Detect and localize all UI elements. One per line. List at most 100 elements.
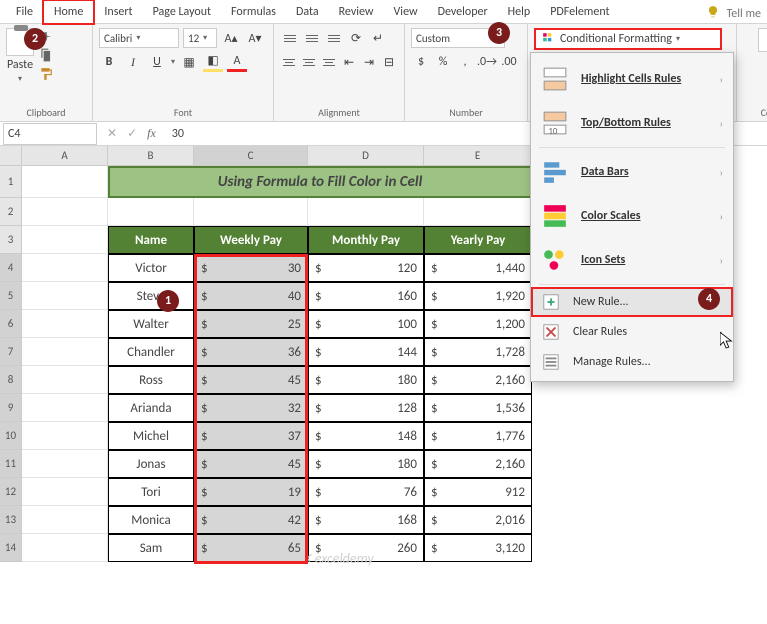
- copy-button[interactable]: [38, 47, 54, 63]
- dd-clear-rules[interactable]: Clear Rules ›: [531, 317, 733, 347]
- cell-blank[interactable]: [22, 338, 108, 366]
- cell-name[interactable]: Walter: [108, 310, 194, 338]
- increase-indent-button[interactable]: ⇥: [360, 52, 378, 72]
- cell-blank[interactable]: [22, 254, 108, 282]
- col-header-a[interactable]: A: [22, 146, 108, 166]
- row-header-14[interactable]: 14: [0, 534, 22, 562]
- cell-monthly[interactable]: $120: [308, 254, 424, 282]
- font-color-button[interactable]: A: [227, 52, 247, 72]
- cell-blank[interactable]: [22, 506, 108, 534]
- tab-page-layout[interactable]: Page Layout: [143, 1, 221, 23]
- row-header-3[interactable]: 3: [0, 226, 22, 254]
- cancel-formula-icon[interactable]: ✕: [107, 126, 117, 141]
- cell-b2[interactable]: [108, 198, 194, 226]
- name-box[interactable]: C4: [3, 123, 97, 145]
- row-header-4[interactable]: 4: [0, 254, 22, 282]
- cell-a2[interactable]: [22, 198, 108, 226]
- cell-a3[interactable]: [22, 226, 108, 254]
- tab-review[interactable]: Review: [329, 1, 384, 23]
- cell-weekly[interactable]: $65: [194, 534, 308, 562]
- cell-yearly[interactable]: $1,536: [424, 394, 532, 422]
- align-top-button[interactable]: [280, 28, 300, 48]
- underline-button[interactable]: U: [147, 52, 167, 72]
- cell-name[interactable]: Arianda: [108, 394, 194, 422]
- orientation-button[interactable]: ⟳: [346, 28, 366, 48]
- row-header-12[interactable]: 12: [0, 478, 22, 506]
- dd-color-scales[interactable]: Color Scales ›: [531, 194, 733, 238]
- tab-home[interactable]: Home: [43, 0, 94, 24]
- cell-yearly[interactable]: $1,728: [424, 338, 532, 366]
- bold-button[interactable]: B: [99, 52, 119, 72]
- cell-weekly[interactable]: $45: [194, 366, 308, 394]
- cell-yearly[interactable]: $1,440: [424, 254, 532, 282]
- col-header-b[interactable]: B: [108, 146, 194, 166]
- tell-me-search[interactable]: Tell me: [706, 5, 767, 23]
- col-header-d[interactable]: D: [308, 146, 424, 166]
- align-middle-button[interactable]: [302, 28, 322, 48]
- percent-button[interactable]: %: [433, 52, 453, 72]
- currency-button[interactable]: $: [411, 52, 431, 72]
- fill-color-button[interactable]: ◧: [203, 52, 223, 72]
- cell-monthly[interactable]: $76: [308, 478, 424, 506]
- cell-blank[interactable]: [22, 534, 108, 562]
- cell-yearly[interactable]: $3,120: [424, 534, 532, 562]
- dd-top-bottom-rules[interactable]: 10 Top/Bottom Rules ›: [531, 101, 733, 145]
- cell-monthly[interactable]: $100: [308, 310, 424, 338]
- cell-d2[interactable]: [308, 198, 424, 226]
- title-cell[interactable]: Using Formula to Fill Color in Cell: [108, 166, 532, 198]
- select-all-corner[interactable]: [0, 146, 22, 166]
- cell-weekly[interactable]: $19: [194, 478, 308, 506]
- cell-name[interactable]: Monica: [108, 506, 194, 534]
- header-name[interactable]: Name: [108, 226, 194, 254]
- row-header-1[interactable]: 1: [0, 166, 22, 198]
- row-header-6[interactable]: 6: [0, 310, 22, 338]
- col-header-c[interactable]: C: [194, 146, 308, 166]
- wrap-text-button[interactable]: ↵: [368, 28, 388, 48]
- cell-weekly[interactable]: $45: [194, 450, 308, 478]
- conditional-formatting-button[interactable]: Conditional Formatting ▾: [534, 28, 722, 50]
- cell-name[interactable]: Ross: [108, 366, 194, 394]
- cell-c2[interactable]: [194, 198, 308, 226]
- cell-yearly[interactable]: $1,920: [424, 282, 532, 310]
- cell-weekly[interactable]: $32: [194, 394, 308, 422]
- cell-name[interactable]: Tori: [108, 478, 194, 506]
- fx-icon[interactable]: fx: [147, 126, 156, 141]
- cell-monthly[interactable]: $148: [308, 422, 424, 450]
- decrease-font-button[interactable]: A▾: [245, 28, 265, 48]
- header-weekly[interactable]: Weekly Pay: [194, 226, 308, 254]
- tab-developer[interactable]: Developer: [428, 1, 498, 23]
- increase-font-button[interactable]: A▴: [221, 28, 241, 48]
- cell-monthly[interactable]: $128: [308, 394, 424, 422]
- cell-blank[interactable]: [22, 422, 108, 450]
- tab-data[interactable]: Data: [286, 1, 329, 23]
- italic-button[interactable]: I: [123, 52, 143, 72]
- row-header-11[interactable]: 11: [0, 450, 22, 478]
- row-header-5[interactable]: 5: [0, 282, 22, 310]
- cell-weekly[interactable]: $36: [194, 338, 308, 366]
- col-header-e[interactable]: E: [424, 146, 532, 166]
- row-header-9[interactable]: 9: [0, 394, 22, 422]
- cell-monthly[interactable]: $144: [308, 338, 424, 366]
- cell-name[interactable]: Sam: [108, 534, 194, 562]
- cell-blank[interactable]: [22, 394, 108, 422]
- cell-name[interactable]: Jonas: [108, 450, 194, 478]
- row-header-8[interactable]: 8: [0, 366, 22, 394]
- cell-monthly[interactable]: $160: [308, 282, 424, 310]
- cell-name[interactable]: Chandler: [108, 338, 194, 366]
- cell-name[interactable]: Michel: [108, 422, 194, 450]
- cell-weekly[interactable]: $25: [194, 310, 308, 338]
- font-size-select[interactable]: 12▾: [183, 28, 217, 48]
- cell-blank[interactable]: [22, 282, 108, 310]
- row-header-7[interactable]: 7: [0, 338, 22, 366]
- dd-data-bars[interactable]: Data Bars ›: [531, 150, 733, 194]
- align-right-button[interactable]: [320, 52, 338, 72]
- align-center-button[interactable]: [300, 52, 318, 72]
- tab-file[interactable]: File: [6, 1, 43, 23]
- row-header-10[interactable]: 10: [0, 422, 22, 450]
- cell-yearly[interactable]: $2,160: [424, 366, 532, 394]
- cell-weekly[interactable]: $42: [194, 506, 308, 534]
- tab-view[interactable]: View: [384, 1, 428, 23]
- tab-insert[interactable]: Insert: [94, 1, 142, 23]
- cell-name[interactable]: Steve: [108, 282, 194, 310]
- cell-monthly[interactable]: $260: [308, 534, 424, 562]
